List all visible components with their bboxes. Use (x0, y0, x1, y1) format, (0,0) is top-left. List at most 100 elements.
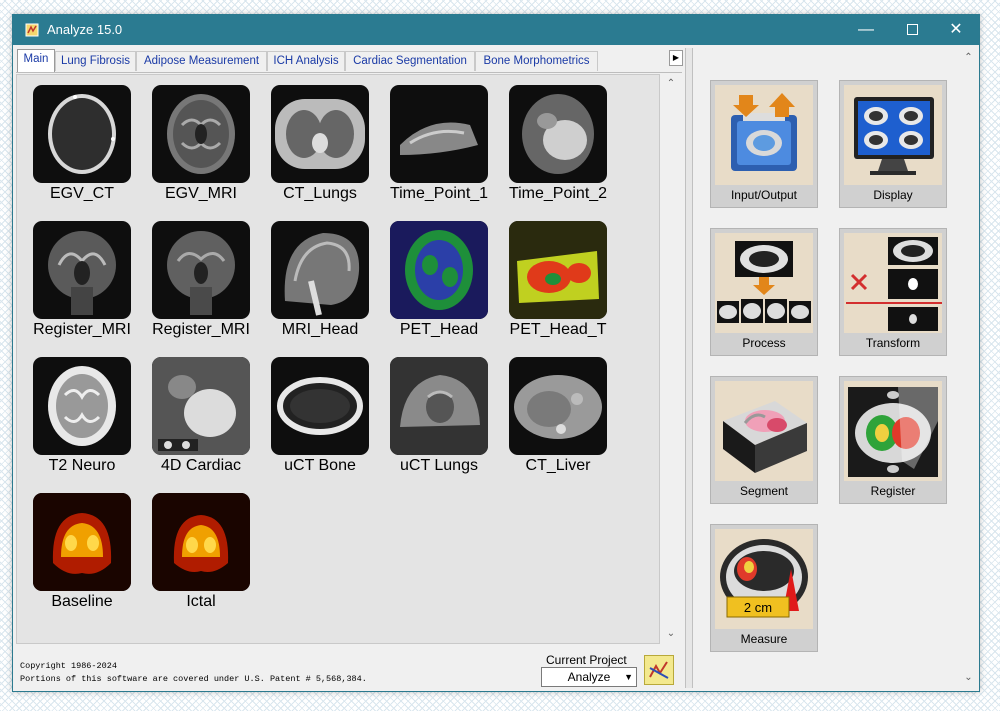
main-window: Analyze 15.0 — ✕ Main Lung Fibrosis Adip… (12, 14, 980, 692)
patent-line: Portions of this software are covered un… (20, 674, 367, 684)
dataset-label: CT_Liver (525, 457, 591, 474)
dataset-thumbnail[interactable]: T2 Neuro (23, 349, 141, 479)
dataset-thumbnail[interactable]: EGV_MRI (142, 77, 260, 207)
dataset-thumbnail[interactable]: EGV_CT (23, 77, 141, 207)
mri-coronal-icon (33, 221, 131, 319)
spect-ictal-icon (152, 493, 250, 591)
pet-heatmap-icon (509, 221, 607, 319)
input-output-button[interactable]: Input/Output (710, 80, 818, 208)
ct-head-icon (33, 85, 131, 183)
tools-scrollbar[interactable]: ⌃ ⌄ (960, 48, 977, 688)
display-button[interactable]: Display (839, 80, 947, 208)
dataset-thumbnail[interactable]: Register_MRI (23, 213, 141, 343)
dataset-thumbnail[interactable]: CT_Lungs (261, 77, 379, 207)
dataset-label: uCT Lungs (400, 457, 478, 474)
bone-ring-icon (271, 357, 369, 455)
dataset-thumbnail[interactable]: uCT Bone (261, 349, 379, 479)
timepoint2-icon (509, 85, 607, 183)
chevron-down-icon: ▼ (624, 672, 633, 682)
timepoint-icon (390, 85, 488, 183)
tab-cardiac-segmentation[interactable]: Cardiac Segmentation (345, 51, 475, 71)
transform-button[interactable]: Transform (839, 228, 947, 356)
dataset-label: Register_MRI (33, 321, 131, 338)
display-icon (854, 97, 934, 175)
tab-ich-analysis[interactable]: ICH Analysis (267, 51, 345, 71)
dataset-thumbnail[interactable]: uCT Lungs (380, 349, 498, 479)
dataset-label: MRI_Head (281, 321, 359, 338)
tab-lung-fibrosis[interactable]: Lung Fibrosis (55, 51, 136, 71)
dataset-label: Baseline (51, 593, 113, 610)
scroll-down-icon[interactable]: ⌄ (960, 670, 977, 686)
dataset-label: PET_Head_T (509, 321, 607, 338)
dataset-thumbnail[interactable]: Register_MRI (142, 213, 260, 343)
process-icon (717, 241, 811, 323)
tab-scroll-right-button[interactable]: ▶ (669, 50, 683, 66)
scroll-up-icon[interactable]: ⌃ (661, 76, 681, 92)
register-button[interactable]: Register (839, 376, 947, 504)
segment-icon (723, 401, 807, 473)
measure-label: Measure (740, 632, 788, 646)
scroll-up-icon[interactable]: ⌃ (960, 50, 977, 66)
maximize-button[interactable] (889, 15, 935, 45)
tools-panel: Input/Output Display Process Transform S… (693, 48, 957, 688)
scroll-down-icon[interactable]: ⌄ (661, 626, 681, 642)
cardiac-icon (152, 357, 250, 455)
mri-brain-icon (152, 85, 250, 183)
spect-baseline-icon (33, 493, 131, 591)
transform-icon (846, 237, 942, 331)
dataset-thumbnail[interactable]: Ictal (142, 485, 260, 615)
current-project-select[interactable]: Analyze ▼ (541, 667, 637, 687)
panel-splitter[interactable] (685, 48, 693, 688)
dataset-thumbnail[interactable]: 4D Cardiac (142, 349, 260, 479)
chart-tool-icon (649, 661, 669, 679)
mri-coronal2-icon (152, 221, 250, 319)
title-bar[interactable]: Analyze 15.0 — ✕ (13, 15, 979, 45)
dataset-label: 4D Cardiac (160, 457, 242, 474)
minimize-button[interactable]: — (843, 15, 889, 45)
dataset-label: EGV_CT (49, 185, 114, 202)
pet-head-icon (390, 221, 488, 319)
measure-icon: 2 cm (719, 533, 809, 625)
dataset-label: CT_Lungs (283, 185, 357, 202)
segment-label: Segment (739, 484, 789, 498)
dataset-label: Ictal (186, 593, 216, 610)
segment-button[interactable]: Segment (710, 376, 818, 504)
dataset-thumbnail[interactable]: Time_Point_1 (380, 77, 498, 207)
dataset-thumbnail[interactable]: PET_Head_T (499, 213, 617, 343)
uct-lungs-icon (390, 357, 488, 455)
tab-adipose-measurement[interactable]: Adipose Measurement (136, 51, 267, 71)
ct-lungs-icon (271, 85, 369, 183)
display-label: Display (873, 188, 913, 202)
vertical-scrollbar[interactable]: ⌃ ⌄ (661, 74, 681, 644)
maximize-icon (906, 24, 918, 35)
close-button[interactable]: ✕ (933, 15, 979, 45)
thumbnail-grid: EGV_CT EGV_MRI CT_Lungs Time_Point_1 Time_Po… (16, 74, 660, 644)
dataset-thumbnail[interactable]: MRI_Head (261, 213, 379, 343)
copyright-line: Copyright 1986-2024 (20, 661, 117, 671)
dataset-label: uCT Bone (284, 457, 356, 474)
data-panel: Main Lung Fibrosis Adipose Measurement I… (16, 48, 683, 688)
tab-bone-morphometrics[interactable]: Bone Morphometrics (475, 51, 598, 71)
transform-label: Transform (865, 336, 921, 350)
dataset-label: PET_Head (399, 321, 479, 338)
measure-button[interactable]: 2 cm Measure (710, 524, 818, 652)
project-tool-button[interactable] (644, 655, 674, 685)
register-label: Register (870, 484, 916, 498)
t2-brain-icon (33, 357, 131, 455)
dataset-thumbnail[interactable]: PET_Head (380, 213, 498, 343)
measure-caption: 2 cm (744, 600, 772, 615)
dataset-thumbnail[interactable]: Time_Point_2 (499, 77, 617, 207)
register-icon (848, 387, 938, 477)
current-project-value: Analyze (567, 670, 611, 684)
dataset-label: Register_MRI (152, 321, 250, 338)
dataset-thumbnail[interactable]: Baseline (23, 485, 141, 615)
window-title: Analyze 15.0 (47, 22, 123, 37)
dataset-label: T2 Neuro (48, 457, 116, 474)
process-button[interactable]: Process (710, 228, 818, 356)
copyright-notice: Copyright 1986-2024 Portions of this sof… (20, 660, 480, 686)
input-output-label: Input/Output (730, 188, 798, 202)
input-output-icon (731, 93, 797, 171)
current-project-label: Current Project (546, 653, 627, 667)
tab-main[interactable]: Main (17, 49, 55, 72)
dataset-thumbnail[interactable]: CT_Liver (499, 349, 617, 479)
